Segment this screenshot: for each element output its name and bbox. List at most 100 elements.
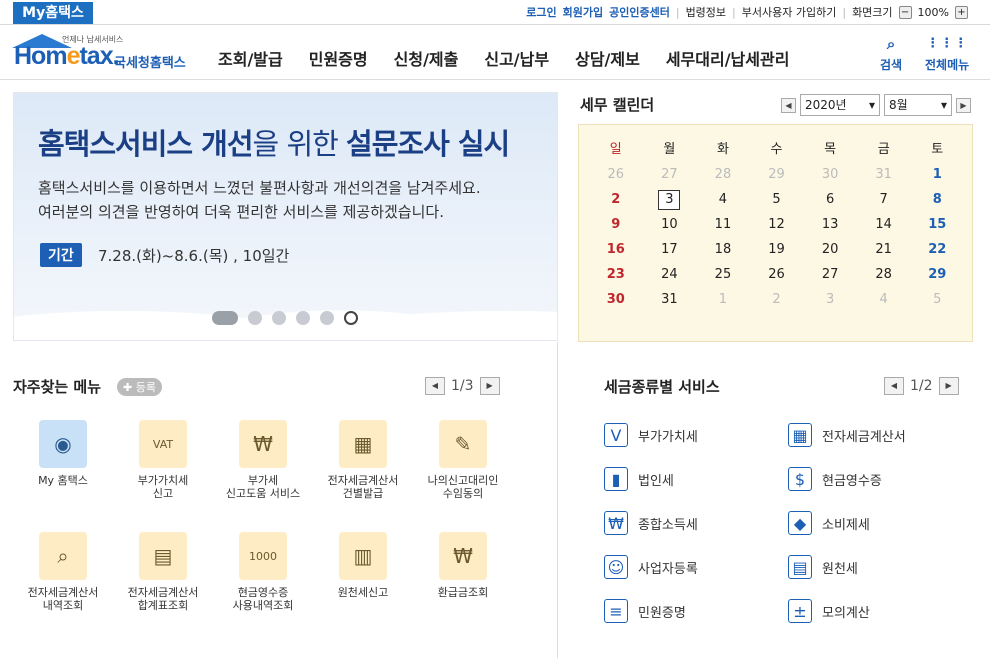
calendar-day[interactable]: 1: [696, 292, 750, 307]
cert-center-link[interactable]: 공인인증센터: [609, 4, 670, 20]
freq-next-button[interactable]: ▶: [479, 377, 500, 395]
search-button[interactable]: ⌕ 검색: [880, 36, 902, 73]
calendar-day[interactable]: 10: [643, 217, 697, 232]
calendar-day[interactable]: 31: [857, 167, 911, 182]
calendar-day[interactable]: 8: [910, 192, 964, 207]
calendar-day[interactable]: 25: [696, 267, 750, 282]
freq-prev-button[interactable]: ◀: [425, 377, 445, 395]
freq-menu-item[interactable]: ₩ 환급금조회: [413, 532, 513, 599]
calendar-day[interactable]: 26: [589, 167, 643, 182]
zoom-out-button[interactable]: −: [898, 5, 912, 19]
dept-user-link[interactable]: 부서사용자 가입하기: [742, 4, 837, 20]
carousel-dot-3[interactable]: [272, 311, 286, 325]
calendar-day[interactable]: 31: [643, 292, 697, 307]
zoom-in-button[interactable]: +: [955, 5, 968, 19]
calendar-day[interactable]: 29: [910, 267, 964, 282]
tax-prev-button[interactable]: ◀: [884, 377, 904, 395]
carousel-dot-5[interactable]: [320, 311, 334, 325]
nav-item-certificate[interactable]: 민원증명: [309, 46, 368, 70]
signup-link[interactable]: 회원가입: [563, 4, 603, 20]
calendar-day[interactable]: 3: [803, 292, 857, 307]
service-icon: ▤: [788, 555, 812, 579]
calendar-day[interactable]: 1: [910, 167, 964, 182]
calendar-day[interactable]: 27: [643, 167, 697, 182]
calendar-day[interactable]: 9: [589, 217, 643, 232]
law-info-link[interactable]: 법령정보: [686, 4, 726, 20]
service-label: 종합소득세: [638, 517, 698, 533]
calendar-day[interactable]: 13: [803, 217, 857, 232]
calendar-day[interactable]: 18: [696, 242, 750, 257]
calendar-day[interactable]: 15: [910, 217, 964, 232]
login-link[interactable]: 로그인: [526, 4, 556, 20]
carousel-dot-4[interactable]: [296, 311, 310, 325]
freq-menu-item[interactable]: ▥ 원천세신고: [313, 532, 413, 599]
survey-banner[interactable]: 홈택스서비스 개선을 위한 설문조사 실시 홈택스서비스를 이용하면서 느꼈던 …: [13, 92, 558, 341]
calendar-day[interactable]: 22: [910, 242, 964, 257]
calendar-day[interactable]: 17: [643, 242, 697, 257]
calendar-day[interactable]: 26: [750, 267, 804, 282]
next-month-button[interactable]: ▶: [956, 97, 971, 113]
carousel-dot-2[interactable]: [248, 311, 262, 325]
chevron-down-icon: ▾: [940, 98, 947, 112]
calendar-day[interactable]: 24: [643, 267, 697, 282]
freq-menu-item[interactable]: ⌕ 전자세금계산서 내역조회: [13, 532, 113, 612]
calendar-day[interactable]: 4: [696, 192, 750, 207]
calendar-day[interactable]: 11: [696, 217, 750, 232]
tax-service-item[interactable]: ▮ 법인세: [604, 467, 674, 491]
all-menu-button[interactable]: ⋮⋮⋮ 전체메뉴: [925, 36, 969, 73]
period-value: 7.28.(화)~8.6.(목) , 10일간: [98, 247, 290, 265]
nav-item-application[interactable]: 신청/제출: [394, 46, 459, 70]
freq-menu-item[interactable]: ▤ 전자세금계산서 합계표조회: [113, 532, 213, 612]
calendar-day[interactable]: 29: [750, 167, 804, 182]
calendar-day[interactable]: 28: [857, 267, 911, 282]
calendar-day[interactable]: 12: [750, 217, 804, 232]
tax-service-item[interactable]: ▦ 전자세금계산서: [788, 423, 906, 447]
calendar-day[interactable]: 30: [803, 167, 857, 182]
freq-menu-item[interactable]: ₩ 부가세 신고도움 서비스: [213, 420, 313, 500]
calendar-day[interactable]: 20: [803, 242, 857, 257]
calendar-day[interactable]: 16: [589, 242, 643, 257]
calendar-day[interactable]: 3: [643, 189, 697, 210]
tax-service-item[interactable]: ▤ 원천세: [788, 555, 858, 579]
freq-menu-item[interactable]: ◉ My 홈택스: [13, 420, 113, 487]
freq-menu-item[interactable]: 1000 현금영수증 사용내역조회: [213, 532, 313, 612]
freq-menu-item[interactable]: ▦ 전자세금계산서 건별발급: [313, 420, 413, 500]
nav-item-filing[interactable]: 신고/납부: [484, 46, 549, 70]
carousel-dot-1[interactable]: [212, 311, 238, 325]
calendar-day[interactable]: 5: [910, 292, 964, 307]
tax-service-item[interactable]: $ 현금영수증: [788, 467, 882, 491]
prev-month-button[interactable]: ◀: [781, 97, 796, 113]
nav-item-consult[interactable]: 상담/제보: [575, 46, 640, 70]
freq-menu-item[interactable]: ✎ 나의신고대리인 수임동의: [413, 420, 513, 500]
tax-service-item[interactable]: ₩ 종합소득세: [604, 511, 698, 535]
calendar-day[interactable]: 19: [750, 242, 804, 257]
tax-service-item[interactable]: ≡ 민원증명: [604, 599, 686, 623]
add-menu-button[interactable]: ✚ 등록: [117, 378, 162, 396]
calendar-day[interactable]: 23: [589, 267, 643, 282]
freq-menu-title: 자주찾는 메뉴: [13, 378, 102, 396]
calendar-day[interactable]: 21: [857, 242, 911, 257]
calendar-day[interactable]: 6: [803, 192, 857, 207]
calendar-day[interactable]: 2: [589, 192, 643, 207]
carousel-pause-button[interactable]: [344, 311, 358, 325]
calendar-day[interactable]: 7: [857, 192, 911, 207]
tax-service-item[interactable]: V 부가가치세: [604, 423, 698, 447]
tax-service-item[interactable]: ◆ 소비제세: [788, 511, 870, 535]
calendar-day[interactable]: 27: [803, 267, 857, 282]
nav-item-agent[interactable]: 세무대리/납세관리: [666, 46, 790, 70]
tax-service-item[interactable]: ☺ 사업자등록: [604, 555, 698, 579]
calendar-day[interactable]: 30: [589, 292, 643, 307]
calendar-day[interactable]: 5: [750, 192, 804, 207]
my-hometax-tab[interactable]: My홈택스: [13, 2, 93, 24]
calendar-day[interactable]: 14: [857, 217, 911, 232]
month-select[interactable]: 8월 ▾: [884, 94, 952, 116]
calendar-day[interactable]: 28: [696, 167, 750, 182]
tax-service-item[interactable]: ± 모의계산: [788, 599, 870, 623]
calendar-day[interactable]: 2: [750, 292, 804, 307]
hometax-logo[interactable]: 언제나 납세서비스 Hometax. 국세청홈택스: [12, 32, 202, 74]
tax-next-button[interactable]: ▶: [938, 377, 959, 395]
year-select[interactable]: 2020년 ▾: [800, 94, 880, 116]
freq-menu-item[interactable]: VAT 부가가치세 신고: [113, 420, 213, 500]
nav-item-inquiry[interactable]: 조회/발급: [218, 46, 283, 70]
calendar-day[interactable]: 4: [857, 292, 911, 307]
